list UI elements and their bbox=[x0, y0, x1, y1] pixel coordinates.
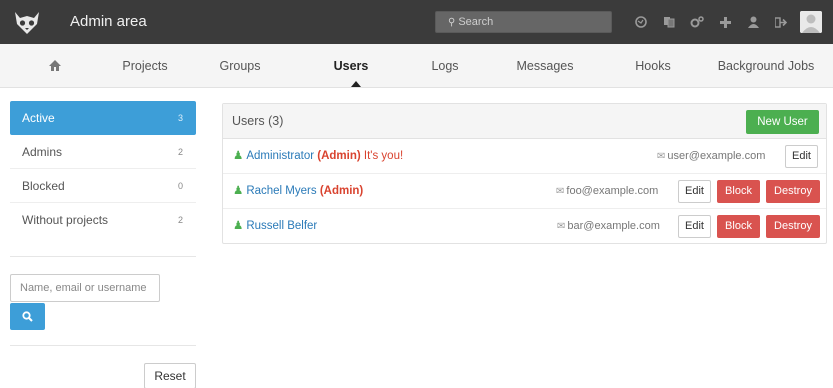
filter-label: Blocked bbox=[22, 179, 65, 193]
search-submit-button[interactable] bbox=[10, 303, 45, 330]
new-user-button[interactable]: New User bbox=[746, 110, 819, 134]
gitlab-logo-icon[interactable] bbox=[10, 6, 44, 38]
tab-background-jobs[interactable]: Background Jobs bbox=[712, 44, 820, 88]
search-icon bbox=[22, 311, 33, 322]
panel-title: Users (3) bbox=[232, 114, 284, 128]
panel-header: Users (3) New User bbox=[223, 104, 826, 139]
sign-out-icon[interactable] bbox=[770, 11, 792, 33]
search-input[interactable]: ⚲ Search bbox=[435, 11, 612, 33]
edit-button[interactable]: Edit bbox=[678, 180, 711, 203]
filter-count: 3 bbox=[177, 113, 183, 123]
filter-label: Admins bbox=[22, 145, 63, 159]
envelope-icon: ✉ bbox=[657, 151, 666, 162]
globe-icon[interactable] bbox=[630, 11, 652, 33]
user-name-link[interactable]: Administrator bbox=[246, 150, 314, 162]
user-name-cell: ♟ Rachel Myers (Admin) bbox=[233, 174, 363, 209]
destroy-button[interactable]: Destroy bbox=[766, 215, 820, 238]
edit-button[interactable]: Edit bbox=[678, 215, 711, 238]
admin-badge: (Admin) bbox=[317, 150, 361, 162]
envelope-icon: ✉ bbox=[556, 186, 565, 197]
envelope-icon: ✉ bbox=[557, 221, 566, 232]
user-icon: ♟ bbox=[233, 150, 244, 162]
tab-logs[interactable]: Logs bbox=[425, 44, 465, 88]
copy-icon[interactable] bbox=[658, 11, 680, 33]
block-button[interactable]: Block bbox=[717, 180, 760, 203]
app-title: Admin area bbox=[70, 13, 147, 30]
filter-without-projects[interactable]: Without projects 2 bbox=[10, 203, 196, 237]
tab-messages[interactable]: Messages bbox=[510, 44, 580, 88]
tab-hooks[interactable]: Hooks bbox=[628, 44, 678, 88]
filter-label: Active bbox=[22, 111, 55, 125]
user-name-link[interactable]: Russell Belfer bbox=[246, 220, 317, 232]
user-row: ♟ Rachel Myers (Admin) ✉ foo@example.com E… bbox=[223, 174, 826, 209]
user-avatar[interactable] bbox=[800, 11, 822, 33]
user-row: ♟ Russell Belfer ✉ bar@example.com Edit Bl… bbox=[223, 209, 826, 244]
user-name-cell: ♟ Russell Belfer bbox=[233, 209, 317, 244]
tab-projects[interactable]: Projects bbox=[115, 44, 175, 88]
block-button[interactable]: Block bbox=[717, 215, 760, 238]
active-tab-caret bbox=[351, 81, 361, 87]
user-row: ♟ Administrator (Admin) It's you! ✉ user@e… bbox=[223, 139, 826, 174]
top-header: Admin area ⚲ Search bbox=[0, 0, 833, 44]
admin-nav: Projects Groups Users Logs Messages Hook… bbox=[0, 44, 833, 88]
filter-count: 2 bbox=[177, 147, 183, 157]
user-filter-sidebar: Active 3 Admins 2 Blocked 0 Without proj… bbox=[10, 101, 196, 237]
user-email[interactable]: ✉ bar@example.com bbox=[557, 209, 660, 244]
user-icon: ♟ bbox=[233, 220, 244, 232]
users-panel: Users (3) New User ♟ Administrator (Admin… bbox=[222, 103, 827, 244]
user-name-link[interactable]: Rachel Myers bbox=[246, 185, 316, 197]
search-placeholder: Search bbox=[458, 16, 494, 28]
gears-icon[interactable] bbox=[686, 11, 708, 33]
user-email[interactable]: ✉ foo@example.com bbox=[556, 174, 658, 209]
user-name-cell: ♟ Administrator (Admin) It's you! bbox=[233, 139, 403, 174]
user-icon[interactable] bbox=[742, 11, 764, 33]
filter-label: Without projects bbox=[22, 213, 109, 227]
user-search-field[interactable]: Name, email or username bbox=[10, 274, 160, 302]
filter-count: 0 bbox=[177, 181, 183, 191]
home-icon[interactable] bbox=[40, 44, 70, 88]
user-email-text: bar@example.com bbox=[567, 220, 660, 232]
filter-active[interactable]: Active 3 bbox=[10, 101, 196, 135]
user-email-text: user@example.com bbox=[667, 150, 766, 162]
its-you-note: It's you! bbox=[363, 150, 404, 162]
filter-admins[interactable]: Admins 2 bbox=[10, 135, 196, 169]
header-actions bbox=[630, 0, 798, 44]
search-icon: ⚲ bbox=[448, 17, 456, 28]
user-icon: ♟ bbox=[233, 185, 244, 197]
reset-button[interactable]: Reset bbox=[144, 363, 196, 388]
user-email-text: foo@example.com bbox=[566, 185, 659, 197]
filter-blocked[interactable]: Blocked 0 bbox=[10, 169, 196, 203]
filter-count: 2 bbox=[177, 215, 183, 225]
destroy-button[interactable]: Destroy bbox=[766, 180, 820, 203]
plus-icon[interactable] bbox=[714, 11, 736, 33]
user-email[interactable]: ✉ user@example.com bbox=[657, 139, 765, 174]
admin-badge: (Admin) bbox=[319, 185, 364, 197]
edit-button[interactable]: Edit bbox=[785, 145, 818, 168]
sidebar-divider bbox=[10, 256, 196, 257]
tab-groups[interactable]: Groups bbox=[210, 44, 270, 88]
sidebar-divider bbox=[10, 345, 196, 346]
